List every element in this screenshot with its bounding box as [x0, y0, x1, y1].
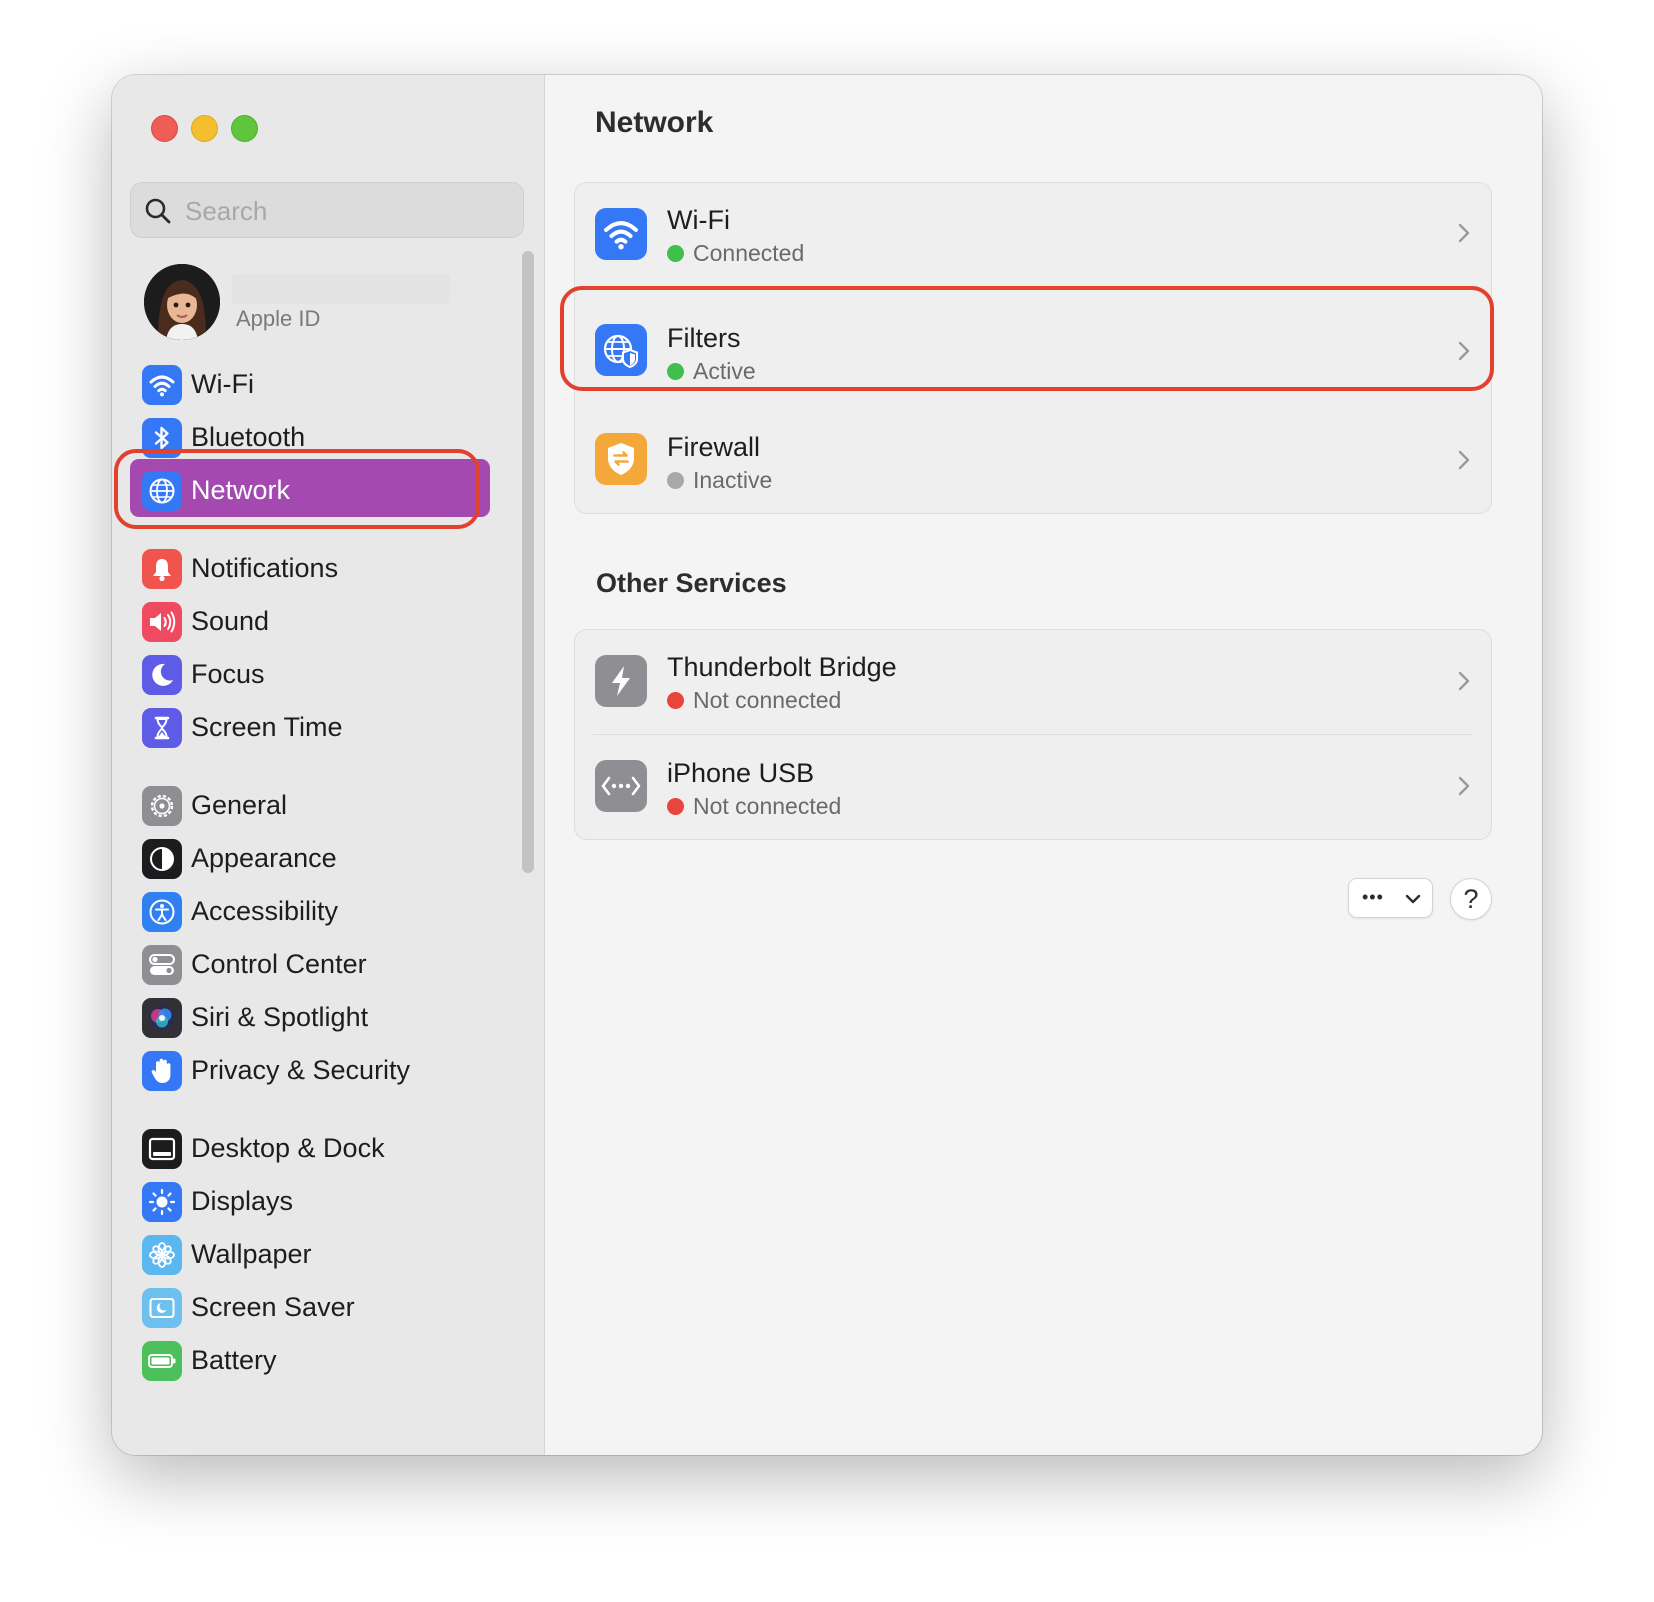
- sidebar-item-screen-time[interactable]: Screen Time: [142, 706, 482, 750]
- avatar[interactable]: [144, 264, 220, 340]
- service-status: Connected: [667, 240, 804, 267]
- status-dot-red: [667, 692, 684, 709]
- flower-icon: [142, 1235, 182, 1275]
- sidebar-item-label: Notifications: [191, 553, 339, 583]
- sidebar-item-label: Focus: [191, 659, 265, 689]
- service-name: iPhone USB: [667, 758, 815, 788]
- usb-dots-icon: [595, 760, 647, 812]
- account-name[interactable]: [232, 274, 450, 304]
- sidebar-item-focus[interactable]: Focus: [142, 653, 482, 697]
- sidebar-item-control-center[interactable]: Control Center: [142, 943, 482, 987]
- service-row-thunderbolt-bridge[interactable]: Thunderbolt Bridge Not connected: [575, 630, 1491, 734]
- accessibility-icon: [142, 892, 182, 932]
- section-header-other-services: Other Services: [596, 568, 787, 598]
- sidebar-item-siri-spotlight[interactable]: Siri & Spotlight: [142, 996, 482, 1040]
- apple-id-label[interactable]: Apple ID: [236, 306, 320, 332]
- zoom-window-button[interactable]: [231, 115, 258, 142]
- wifi-icon: [142, 365, 182, 405]
- sidebar-item-label: Wi-Fi: [191, 369, 254, 399]
- highlight-annotation: [560, 286, 1494, 391]
- service-row-iphone-usb[interactable]: iPhone USB Not connected: [575, 735, 1491, 840]
- sidebar-item-sound[interactable]: Sound: [142, 600, 482, 644]
- chevron-right-icon: [1458, 776, 1470, 796]
- screen-saver-icon: [142, 1288, 182, 1328]
- sun-icon: [142, 1182, 182, 1222]
- service-name: Thunderbolt Bridge: [667, 652, 897, 682]
- service-status: Not connected: [667, 793, 841, 820]
- moon-icon: [142, 655, 182, 695]
- help-button[interactable]: ?: [1450, 878, 1492, 920]
- sidebar-item-wallpaper[interactable]: Wallpaper: [142, 1233, 482, 1277]
- chevron-down-icon: [1405, 894, 1421, 904]
- status-dot-gray: [667, 472, 684, 489]
- hourglass-icon: [142, 708, 182, 748]
- service-row-wifi[interactable]: Wi-Fi Connected: [575, 183, 1491, 285]
- sidebar-scrollbar[interactable]: [522, 251, 534, 873]
- sidebar-item-label: Displays: [191, 1186, 294, 1216]
- sidebar-item-label: Battery: [191, 1345, 277, 1375]
- thunderbolt-icon: [595, 655, 647, 707]
- sidebar-item-displays[interactable]: Displays: [142, 1180, 482, 1224]
- main-content: Network Wi-Fi Connected Filters Active F…: [545, 75, 1542, 1455]
- status-dot-red: [667, 798, 684, 815]
- sidebar-item-notifications[interactable]: Notifications: [142, 547, 482, 591]
- sidebar-item-label: Wallpaper: [191, 1239, 312, 1269]
- chevron-right-icon: [1458, 671, 1470, 691]
- sidebar-item-wifi[interactable]: Wi-Fi: [142, 363, 482, 407]
- sidebar-item-label: General: [191, 790, 288, 820]
- dock-icon: [142, 1129, 182, 1169]
- sidebar-item-privacy-security[interactable]: Privacy & Security: [142, 1049, 482, 1093]
- sidebar-item-label: Sound: [191, 606, 270, 636]
- sidebar-item-label: Screen Time: [191, 712, 343, 742]
- sidebar-item-label: Desktop & Dock: [191, 1133, 385, 1163]
- chevron-right-icon: [1458, 223, 1470, 243]
- hand-icon: [142, 1051, 182, 1091]
- wifi-icon: [595, 208, 647, 260]
- other-services-card: Thunderbolt Bridge Not connected iPhone …: [574, 629, 1492, 840]
- search-icon: [145, 198, 171, 224]
- sidebar-item-label: Privacy & Security: [191, 1055, 411, 1085]
- bell-icon: [142, 549, 182, 589]
- sidebar-item-label: Appearance: [191, 843, 337, 873]
- appearance-icon: [142, 839, 182, 879]
- page-title: Network: [595, 106, 714, 139]
- sidebar-item-label: Accessibility: [191, 896, 339, 926]
- sidebar: Apple ID Wi-Fi Bluetooth: [112, 75, 545, 1455]
- firewall-shield-icon: [595, 433, 647, 485]
- sidebar-item-general[interactable]: General: [142, 784, 482, 828]
- search-input[interactable]: [183, 191, 507, 231]
- control-center-icon: [142, 945, 182, 985]
- highlight-annotation: [114, 449, 480, 529]
- service-status: Inactive: [667, 467, 772, 494]
- minimize-window-button[interactable]: [191, 115, 218, 142]
- battery-icon: [142, 1341, 182, 1381]
- sidebar-item-screen-saver[interactable]: Screen Saver: [142, 1286, 482, 1330]
- sidebar-item-label: Control Center: [191, 949, 367, 979]
- sidebar-item-label: Screen Saver: [191, 1292, 355, 1322]
- speaker-icon: [142, 602, 182, 642]
- service-status: Not connected: [667, 687, 841, 714]
- sidebar-item-label: Siri & Spotlight: [191, 1002, 369, 1032]
- siri-icon: [142, 998, 182, 1038]
- sidebar-item-appearance[interactable]: Appearance: [142, 837, 482, 881]
- sidebar-item-desktop-dock[interactable]: Desktop & Dock: [142, 1127, 482, 1171]
- settings-window: Apple ID Wi-Fi Bluetooth: [112, 75, 1542, 1455]
- service-name: Firewall: [667, 432, 761, 462]
- service-row-firewall[interactable]: Firewall Inactive: [575, 406, 1491, 514]
- service-name: Wi-Fi: [667, 205, 730, 235]
- chevron-right-icon: [1458, 450, 1470, 470]
- close-window-button[interactable]: [151, 115, 178, 142]
- sidebar-item-battery[interactable]: Battery: [142, 1339, 482, 1383]
- more-actions-button[interactable]: •••: [1348, 878, 1433, 918]
- search-field[interactable]: [130, 182, 524, 238]
- sidebar-item-accessibility[interactable]: Accessibility: [142, 890, 482, 934]
- status-dot-green: [667, 245, 684, 262]
- more-icon: •••: [1362, 887, 1384, 907]
- gear-icon: [142, 786, 182, 826]
